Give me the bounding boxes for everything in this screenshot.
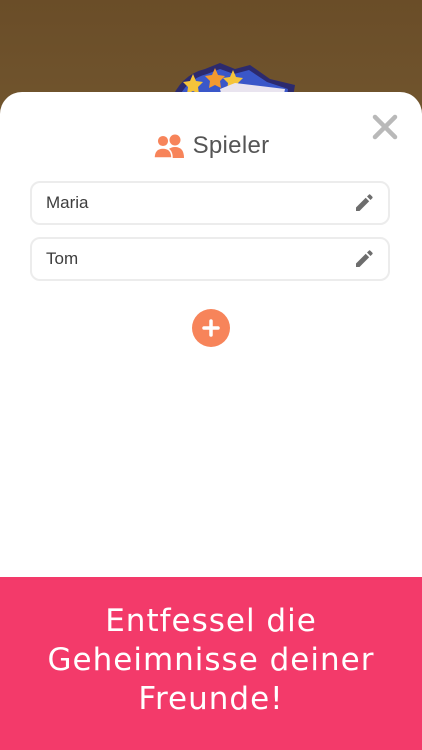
- players-dialog: Spieler Maria Tom: [0, 92, 422, 592]
- dialog-header: Spieler: [0, 130, 422, 162]
- player-row-maria[interactable]: Maria: [30, 181, 390, 225]
- players-icon: [152, 134, 184, 159]
- pencil-icon[interactable]: [354, 249, 374, 269]
- pencil-icon[interactable]: [354, 193, 374, 213]
- player-name: Tom: [46, 249, 79, 268]
- promo-text: Entfessel die Geheimnisse deiner Freunde…: [47, 603, 375, 717]
- plus-icon: [202, 319, 220, 337]
- promo-banner: Entfessel die Geheimnisse deiner Freunde…: [0, 577, 422, 750]
- dialog-title: Spieler: [192, 132, 270, 159]
- player-row-tom[interactable]: Tom: [30, 237, 390, 281]
- add-player-button[interactable]: [192, 309, 230, 347]
- player-name: Maria: [46, 193, 89, 212]
